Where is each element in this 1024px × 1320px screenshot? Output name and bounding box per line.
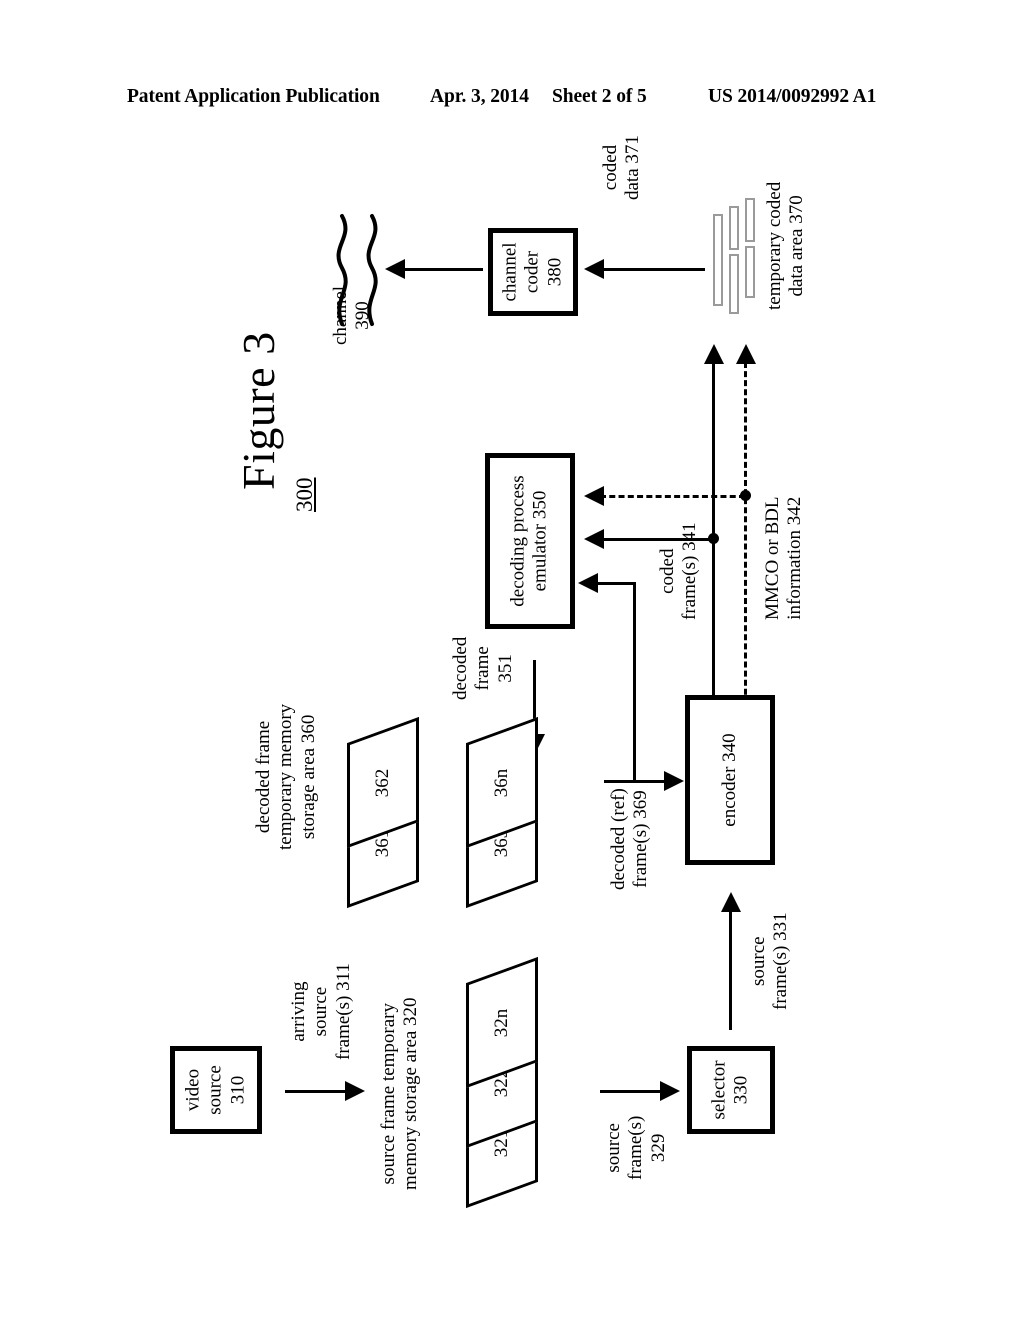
decoded-ref-frames-369-label: decoded (ref) frame(s) 369 xyxy=(608,788,652,890)
source-frames-329-label: source frame(s) 329 xyxy=(603,1115,669,1180)
coded-data-chunk xyxy=(745,246,755,298)
coded-data-chunk xyxy=(729,254,739,314)
mmco-bdl-342-vertical-line xyxy=(744,362,747,722)
channel-coder-block[interactable]: channel coder 380 xyxy=(488,228,578,316)
decoded-ref-369-branch-line xyxy=(604,780,666,783)
coded-frames-341-label: coded frame(s) 341 xyxy=(657,522,701,620)
source-frame-item-label: 32n xyxy=(491,1008,512,1037)
coded-frames-341-arrowhead xyxy=(584,529,604,549)
header-sheet-number: Sheet 2 of 5 xyxy=(552,86,647,107)
arriving-source-frames-311-arrowhead xyxy=(345,1081,365,1101)
decoded-frame-storage-area-label: decoded frame temporary memory storage a… xyxy=(253,703,319,850)
selector-label: selector 330 xyxy=(708,1060,752,1120)
decoded-frame-item-label: 36n xyxy=(491,768,512,797)
source-frames-329-line xyxy=(600,1090,662,1093)
decoding-process-emulator-label: decoding process emulator 350 xyxy=(507,475,551,607)
source-frame-storage-area-label: source frame temporary memory storage ar… xyxy=(378,997,422,1190)
decoded-frame-351-label: decoded frame 351 xyxy=(450,636,516,700)
mmco-bdl-342-line xyxy=(600,495,745,498)
header-patent-number: US 2014/0092992 A1 xyxy=(708,86,877,107)
video-source-block[interactable]: video source 310 xyxy=(170,1046,262,1134)
channel-390-label: channel 390 xyxy=(330,285,374,345)
arriving-source-frames-311-line xyxy=(285,1090,347,1093)
source-frames-331-label: source frame(s) 331 xyxy=(748,912,792,1010)
channel-coder-label: channel coder 380 xyxy=(499,242,566,302)
decoded-frame-item-label: 362 xyxy=(372,768,393,797)
header-publication: Patent Application Publication xyxy=(127,86,380,107)
mmco-bdl-342-label: MMCO or BDL information 342 xyxy=(762,496,806,620)
source-frames-331-arrowhead xyxy=(721,892,741,912)
header-date: Apr. 3, 2014 xyxy=(430,86,529,107)
temporary-coded-data-area-label: temporary coded data area 370 xyxy=(764,181,808,310)
source-frames-331-line xyxy=(729,910,732,1030)
figure-reference-numeral: 300 xyxy=(292,477,317,513)
mmco-bdl-342-up-arrowhead xyxy=(736,344,756,364)
coded-frames-341-vertical-line xyxy=(712,362,715,722)
channel-output-line xyxy=(403,268,483,271)
video-source-label: video source 310 xyxy=(182,1065,249,1115)
figure-title: Figure 3 xyxy=(233,331,284,490)
patent-page: Patent Application Publication Apr. 3, 2… xyxy=(0,0,1024,1320)
arriving-source-frames-311-label: arriving source frame(s) 311 xyxy=(288,963,354,1060)
coded-data-371-label: coded data 371 xyxy=(600,135,644,200)
coded-data-chunk xyxy=(745,198,755,242)
decoded-ref-369-arrowhead-to-encoder xyxy=(664,771,684,791)
page-header: Patent Application Publication Apr. 3, 2… xyxy=(0,86,1024,116)
mmco-bdl-342-arrowhead xyxy=(584,486,604,506)
coded-data-371-line xyxy=(600,268,705,271)
decoded-ref-369-elbow-line xyxy=(594,582,636,585)
selector-block[interactable]: selector 330 xyxy=(687,1046,775,1134)
channel-output-arrowhead xyxy=(385,259,405,279)
coded-data-371-arrowhead xyxy=(584,259,604,279)
decoding-process-emulator-block[interactable]: decoding process emulator 350 xyxy=(485,453,575,629)
decoded-ref-369-vertical-line xyxy=(633,582,636,782)
coded-data-chunk xyxy=(729,206,739,250)
coded-data-chunk xyxy=(713,214,723,306)
source-frames-329-arrowhead xyxy=(660,1081,680,1101)
decoded-ref-369-arrowhead-to-emulator xyxy=(578,573,598,593)
encoder-label: encoder 340 xyxy=(718,733,740,827)
encoder-block[interactable]: encoder 340 xyxy=(685,695,775,865)
coded-frames-341-up-arrowhead xyxy=(704,344,724,364)
